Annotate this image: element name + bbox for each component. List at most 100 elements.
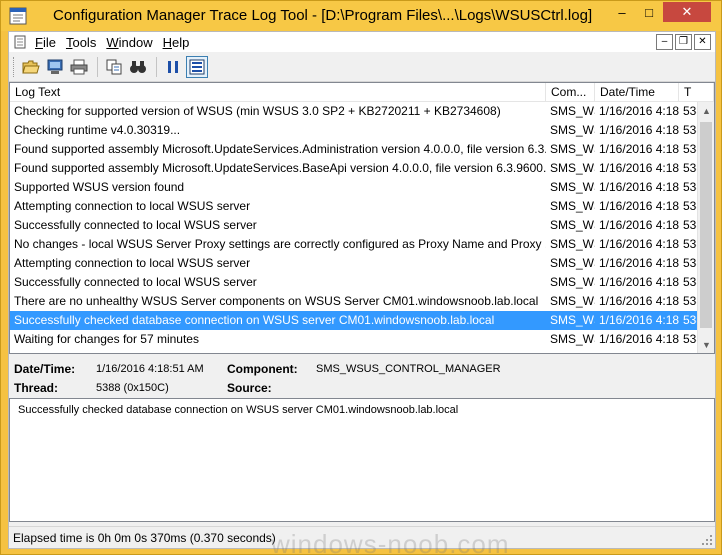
table-row[interactable]: Found supported assembly Microsoft.Updat… (10, 140, 697, 159)
log-text-cell: Waiting for changes for 57 minutes (14, 332, 199, 346)
copy-icon (106, 59, 122, 74)
thread-cell: 538 (683, 142, 697, 156)
log-text-cell: Attempting connection to local WSUS serv… (14, 199, 251, 213)
list-header: Log Text Com... Date/Time T (10, 83, 714, 102)
scroll-up-icon[interactable]: ▲ (698, 102, 714, 119)
log-list[interactable]: Log Text Com... Date/Time T Checking for… (9, 82, 715, 354)
datetime-cell: 1/16/2016 4:18 (599, 142, 679, 156)
maximize-button[interactable]: □ (636, 2, 662, 22)
thread-cell: 538 (683, 294, 697, 308)
component-cell: SMS_WS (550, 237, 595, 251)
column-header-thread[interactable]: T (679, 83, 714, 102)
toolbar-grip[interactable] (13, 56, 16, 77)
open-folder-icon (22, 60, 40, 73)
watermark: windows-noob.com (271, 529, 510, 555)
datetime-value: 1/16/2016 4:18:51 AM (96, 363, 204, 375)
component-cell: SMS_WS (550, 123, 595, 137)
thread-cell: 538 (683, 256, 697, 270)
app-window: Configuration Manager Trace Log Tool - [… (0, 0, 722, 555)
datetime-cell: 1/16/2016 4:18 (599, 275, 679, 289)
window-title: Configuration Manager Trace Log Tool - [… (53, 7, 593, 24)
table-row[interactable]: There are no unhealthy WSUS Server compo… (10, 292, 697, 311)
pause-button[interactable] (162, 56, 184, 78)
source-label: Source: (227, 381, 272, 395)
open-on-server-button[interactable] (44, 56, 66, 78)
menu-file[interactable]: File (33, 35, 64, 50)
table-row[interactable]: Checking for supported version of WSUS (… (10, 102, 697, 121)
log-text-cell: Supported WSUS version found (14, 180, 185, 194)
thread-cell: 538 (683, 199, 697, 213)
mdi-minimize-button[interactable]: – (656, 34, 673, 50)
datetime-label: Date/Time: (14, 362, 76, 376)
datetime-cell: 1/16/2016 4:18 (599, 237, 679, 251)
log-text-cell: Attempting connection to local WSUS serv… (14, 256, 251, 270)
client-area: File Tools Window Help – ❐ ✕ Log Text Co… (8, 31, 716, 549)
component-cell: SMS_WS (550, 313, 595, 327)
pause-icon (168, 60, 178, 73)
scroll-down-icon[interactable]: ▼ (698, 336, 714, 353)
restore-icon: ❐ (679, 36, 688, 47)
table-row[interactable]: No changes - local WSUS Server Proxy set… (10, 235, 697, 254)
elapsed-time-text: Elapsed time is 0h 0m 0s 370ms (0.370 se… (13, 531, 276, 545)
menu-window[interactable]: Window (104, 35, 160, 50)
column-header-component[interactable]: Com... (546, 83, 595, 102)
table-row[interactable]: Supported WSUS version found SMS_WS 1/16/2… (10, 178, 697, 197)
find-button[interactable] (127, 56, 149, 78)
maximize-icon: □ (645, 4, 653, 20)
table-row[interactable]: Attempting connection to local WSUS serv… (10, 254, 697, 273)
datetime-cell: 1/16/2016 4:18 (599, 104, 679, 118)
datetime-cell: 1/16/2016 4:18 (599, 218, 679, 232)
thread-value: 5388 (0x150C) (96, 382, 169, 394)
log-text-cell: Successfully checked database connection… (14, 313, 495, 327)
resize-grip-icon[interactable] (701, 534, 713, 546)
log-text-cell: Found supported assembly Microsoft.Updat… (14, 161, 546, 175)
thread-cell: 538 (683, 123, 697, 137)
menu-help[interactable]: Help (161, 35, 198, 50)
table-row[interactable]: Found supported assembly Microsoft.Updat… (10, 159, 697, 178)
close-icon: ✕ (698, 36, 707, 47)
title-bar[interactable]: Configuration Manager Trace Log Tool - [… (1, 1, 721, 31)
table-row[interactable]: Successfully checked database connection… (10, 311, 697, 330)
scrollbar-thumb[interactable] (700, 122, 712, 328)
thread-cell: 538 (683, 104, 697, 118)
datetime-cell: 1/16/2016 4:18 (599, 294, 679, 308)
log-message-text[interactable]: Successfully checked database connection… (9, 398, 715, 522)
highlight-button[interactable] (186, 55, 208, 78)
datetime-cell: 1/16/2016 4:18 (599, 180, 679, 194)
mdi-close-button[interactable]: ✕ (694, 34, 711, 50)
menu-tools[interactable]: Tools (64, 35, 104, 50)
datetime-cell: 1/16/2016 4:18 (599, 199, 679, 213)
copy-button[interactable] (103, 56, 125, 78)
toolbar-separator (97, 56, 98, 77)
open-button[interactable] (20, 56, 42, 78)
component-cell: SMS_WS (550, 161, 595, 175)
table-row[interactable]: Attempting connection to local WSUS serv… (10, 197, 697, 216)
thread-cell: 538 (683, 161, 697, 175)
thread-cell: 538 (683, 332, 697, 346)
toolbar-separator (156, 56, 157, 77)
datetime-cell: 1/16/2016 4:18 (599, 256, 679, 270)
table-row[interactable]: Waiting for changes for 57 minutes SMS_WS… (10, 330, 697, 349)
table-row[interactable]: Checking runtime v4.0.30319... SMS_WS 1/16… (10, 121, 697, 140)
datetime-cell: 1/16/2016 4:18 (599, 161, 679, 175)
minimize-button[interactable]: – (609, 2, 635, 22)
thread-cell: 538 (683, 275, 697, 289)
datetime-cell: 1/16/2016 4:18 (599, 313, 679, 327)
column-header-datetime[interactable]: Date/Time (595, 83, 679, 102)
mdi-restore-button[interactable]: ❐ (675, 34, 692, 50)
table-row[interactable]: Successfully connected to local WSUS ser… (10, 273, 697, 292)
log-rows: Checking for supported version of WSUS (… (10, 102, 697, 349)
thread-cell: 538 (683, 218, 697, 232)
close-button[interactable]: ✕ (663, 2, 711, 22)
log-text-cell: There are no unhealthy WSUS Server compo… (14, 294, 539, 308)
mdi-buttons: – ❐ ✕ (656, 34, 711, 50)
column-header-log-text[interactable]: Log Text (10, 83, 546, 102)
vertical-scrollbar[interactable]: ▲ ▼ (697, 102, 714, 353)
log-text-cell: Successfully connected to local WSUS ser… (14, 218, 257, 232)
component-cell: SMS_WS (550, 332, 595, 346)
document-icon[interactable] (13, 35, 27, 49)
datetime-cell: 1/16/2016 4:18 (599, 332, 679, 346)
print-button[interactable] (68, 56, 90, 78)
table-row[interactable]: Successfully connected to local WSUS ser… (10, 216, 697, 235)
menu-bar: File Tools Window Help – ❐ ✕ (9, 32, 715, 52)
